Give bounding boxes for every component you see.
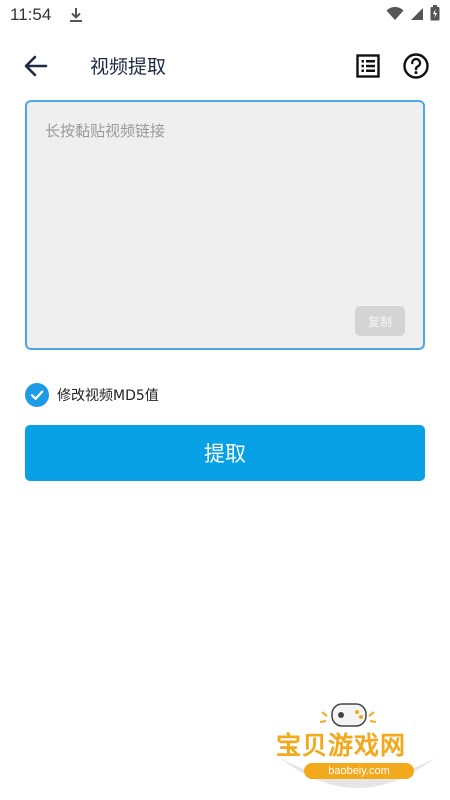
help-icon <box>403 53 429 79</box>
signal-icon <box>410 6 424 25</box>
copy-button[interactable]: 复制 <box>355 306 405 336</box>
link-input-container: 复制 <box>25 100 425 350</box>
history-list-button[interactable] <box>354 52 382 80</box>
page-title: 视频提取 <box>90 56 167 78</box>
list-icon <box>356 54 380 78</box>
md5-option-row[interactable]: 修改视频MD5值 <box>25 382 159 408</box>
extract-button[interactable]: 提取 <box>25 425 425 481</box>
arrow-left-icon <box>24 55 48 77</box>
status-icons <box>386 5 440 25</box>
wifi-icon <box>386 6 404 25</box>
battery-icon <box>430 5 440 25</box>
watermark-url: baobeiy.com <box>304 763 414 779</box>
watermark-title: 宝贝游戏网 <box>276 731 407 760</box>
checkmark-icon <box>30 390 44 400</box>
watermark-logo: 宝贝游戏网 baobeiy.com <box>270 700 445 798</box>
md5-checkbox[interactable] <box>25 383 49 407</box>
help-button[interactable] <box>402 52 430 80</box>
download-icon <box>69 7 83 23</box>
status-bar: 11:54 <box>0 0 450 30</box>
md5-option-label: 修改视频MD5值 <box>57 388 159 404</box>
toolbar: 视频提取 <box>0 40 450 92</box>
back-button[interactable] <box>22 52 50 80</box>
status-time: 11:54 <box>10 5 52 24</box>
